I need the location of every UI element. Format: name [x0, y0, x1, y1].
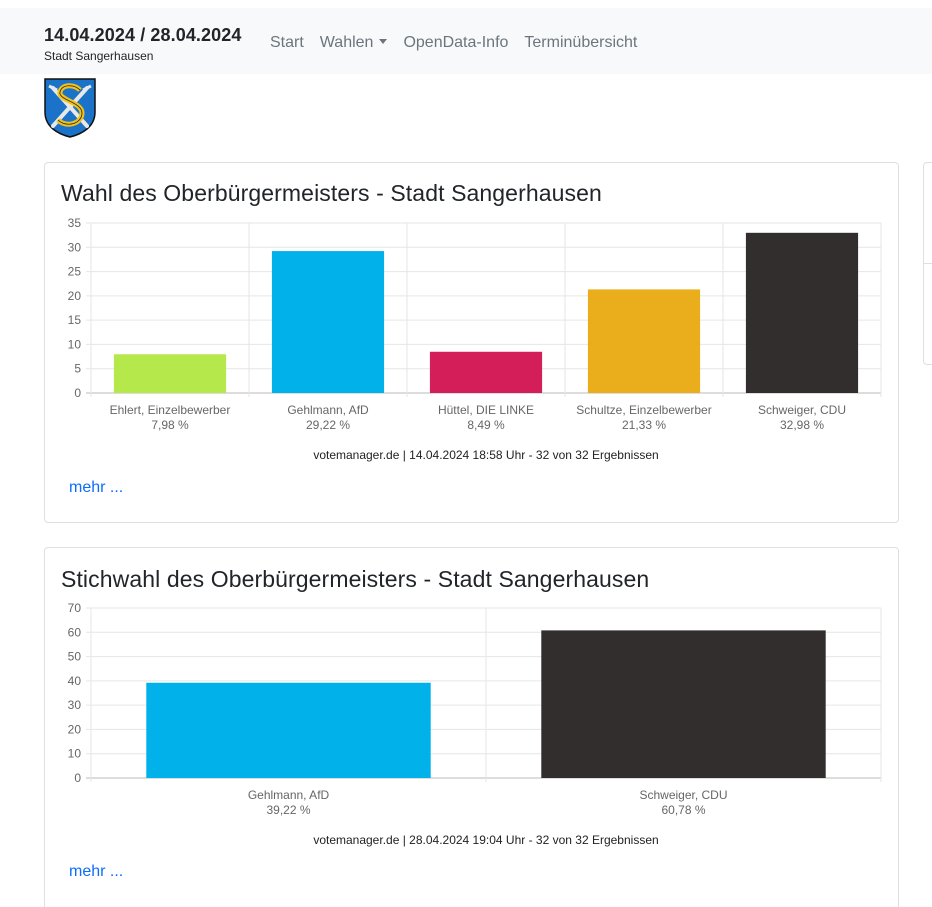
brand-subtitle[interactable]: Stadt Sangerhausen: [44, 49, 241, 63]
nav-wahlen-label: Wahlen: [319, 34, 374, 51]
y-tick-label: 30: [68, 698, 82, 712]
nav-opendata-link[interactable]: OpenData-Info: [403, 33, 508, 53]
nav-wahlen-dropdown[interactable]: Wahlen: [320, 33, 388, 53]
coat-of-arms-icon: [44, 78, 96, 143]
bar: [271, 251, 385, 393]
side-card-divider: [924, 263, 932, 264]
y-tick-label: 5: [74, 362, 81, 376]
y-tick-label: 40: [68, 674, 82, 688]
x-tick-label: Ehlert, Einzelbewerber: [110, 403, 231, 417]
election-card: Wahl des Oberbürgermeisters - Stadt Sang…: [44, 162, 899, 523]
x-tick-label: Gehlmann, AfD: [287, 403, 369, 417]
bar: [745, 232, 859, 393]
chart-caption: votemanager.de | 14.04.2024 18:58 Uhr - …: [313, 448, 658, 462]
y-tick-label: 0: [74, 771, 81, 785]
value-label: 39,22 %: [266, 803, 310, 817]
x-tick-label: Schweiger, CDU: [639, 788, 727, 802]
navbar: 14.04.2024 / 28.04.2024 Stadt Sangerhaus…: [0, 8, 932, 74]
bar: [113, 354, 227, 393]
x-tick-label: Gehlmann, AfD: [248, 788, 330, 802]
y-tick-label: 10: [68, 747, 82, 761]
y-tick-label: 20: [68, 722, 82, 736]
more-link[interactable]: mehr ...: [69, 479, 123, 497]
y-tick-label: 70: [68, 601, 82, 615]
nav-termine-link[interactable]: Terminübersicht: [524, 33, 637, 53]
value-label: 29,22 %: [306, 418, 350, 432]
bar: [587, 289, 701, 393]
brand-title[interactable]: 14.04.2024 / 28.04.2024: [44, 24, 241, 46]
bar: [541, 630, 826, 778]
brand[interactable]: 14.04.2024 / 28.04.2024 Stadt Sangerhaus…: [44, 24, 241, 63]
y-tick-label: 50: [68, 650, 82, 664]
y-tick-label: 20: [68, 289, 82, 303]
y-tick-label: 30: [68, 240, 82, 254]
x-tick-label: Schultze, Einzelbewerber: [576, 403, 711, 417]
bar: [146, 682, 431, 778]
bar: [429, 351, 543, 393]
more-link[interactable]: mehr ...: [69, 863, 123, 881]
runoff-bar-chart: 0 10 20 30 40 50 60 70 Gehlmann, AfD39,22 % Schwe…: [68, 601, 882, 847]
y-tick-label: 15: [68, 313, 82, 327]
y-tick-label: 0: [74, 386, 81, 400]
y-tick-label: 25: [68, 265, 82, 279]
runoff-card: Stichwahl des Oberbürgermeisters - Stadt…: [44, 547, 899, 907]
nav-start-link[interactable]: Start: [270, 33, 304, 53]
results-bar-chart: 0 5 10 15 20 25 30 35 Ehlert, Einzelbewerber7,98…: [68, 216, 882, 462]
side-card: [923, 162, 932, 365]
value-label: 21,33 %: [622, 418, 666, 432]
x-tick-label: Hüttel, DIE LINKE: [438, 403, 534, 417]
value-label: 7,98 %: [151, 418, 189, 432]
value-label: 32,98 %: [780, 418, 824, 432]
caret-down-icon: [379, 39, 388, 44]
value-label: 60,78 %: [661, 803, 705, 817]
chart-caption: votemanager.de | 28.04.2024 19:04 Uhr - …: [313, 833, 658, 847]
x-tick-label: Schweiger, CDU: [758, 403, 846, 417]
y-tick-label: 60: [68, 625, 82, 639]
y-tick-label: 10: [68, 337, 82, 351]
y-tick-label: 35: [68, 216, 82, 230]
value-label: 8,49 %: [467, 418, 505, 432]
main-nav: Start Wahlen OpenData-Info Terminübersic…: [270, 33, 653, 53]
